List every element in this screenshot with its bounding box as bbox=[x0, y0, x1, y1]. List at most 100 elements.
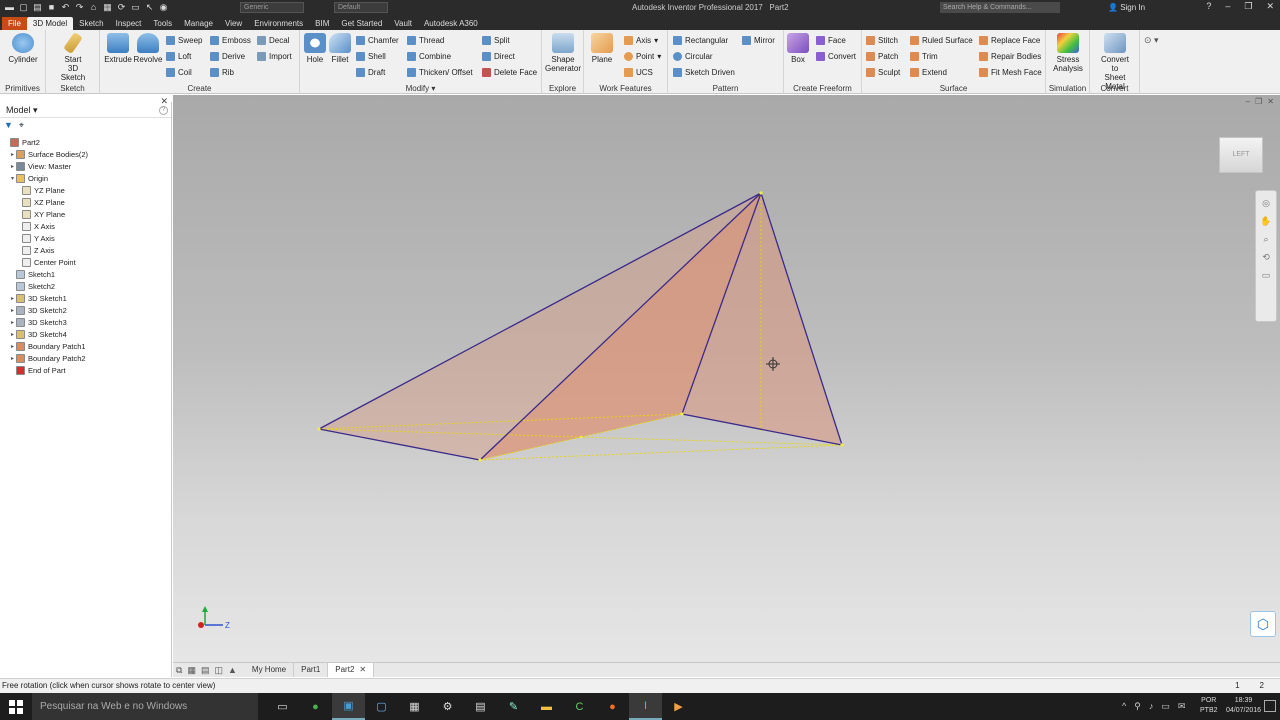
recorder-app-icon[interactable]: ▶ bbox=[662, 693, 695, 720]
tree-node[interactable]: Sketch1 bbox=[0, 268, 172, 280]
expand-toggle-icon[interactable]: ▸ bbox=[9, 355, 16, 362]
language-indicator[interactable]: POR PTB2 bbox=[1200, 696, 1218, 716]
doc-tab-close-icon[interactable]: ✕ bbox=[359, 665, 366, 674]
rib-button[interactable]: Rib bbox=[210, 66, 234, 79]
measure-icon[interactable]: ▭ bbox=[130, 2, 141, 13]
calculator-app-icon[interactable]: ▤ bbox=[464, 693, 497, 720]
taskbar-search-input[interactable]: Pesquisar na Web e no Windows bbox=[32, 693, 258, 720]
replace-face-button[interactable]: Replace Face bbox=[979, 34, 1040, 47]
emboss-button[interactable]: Emboss bbox=[210, 34, 251, 47]
tree-node[interactable]: Sketch2 bbox=[0, 280, 172, 292]
split-button[interactable]: Split bbox=[482, 34, 510, 47]
clock[interactable]: 18:39 04/07/2016 bbox=[1226, 696, 1261, 716]
plane-button[interactable]: Plane bbox=[584, 33, 620, 77]
tray-expand-icon[interactable]: ^ bbox=[1122, 693, 1126, 720]
green-app-icon[interactable]: ● bbox=[299, 693, 332, 720]
axis-button[interactable]: Axis ▾ bbox=[624, 34, 658, 47]
restore-icon[interactable]: ❐ bbox=[1244, 1, 1252, 12]
expand-toggle-icon[interactable]: ▸ bbox=[9, 319, 16, 326]
camtasia-app-icon[interactable]: C bbox=[563, 693, 596, 720]
decal-button[interactable]: Decal bbox=[257, 34, 289, 47]
doc-tab-part2[interactable]: Part2 ✕ bbox=[328, 663, 375, 677]
notifications-icon[interactable] bbox=[1264, 700, 1276, 712]
import-button[interactable]: Import bbox=[257, 50, 292, 63]
tree-node[interactable]: Part2 bbox=[0, 136, 172, 148]
tab-bim[interactable]: BIM bbox=[309, 17, 335, 30]
draft-button[interactable]: Draft bbox=[356, 66, 385, 79]
save-icon[interactable]: ■ bbox=[46, 2, 57, 13]
point-button[interactable]: Point ▾ bbox=[624, 50, 661, 63]
tree-node[interactable]: X Axis bbox=[0, 220, 172, 232]
look-at-icon[interactable]: ▭ bbox=[1260, 269, 1272, 281]
shape-generator-button[interactable]: Shape Generator bbox=[545, 33, 581, 77]
cylinder-button[interactable]: Cylinder bbox=[5, 33, 41, 77]
tree-node[interactable]: ▸ View: Master bbox=[0, 160, 172, 172]
derive-button[interactable]: Derive bbox=[210, 50, 245, 63]
sketch-driven-button[interactable]: Sketch Driven bbox=[673, 66, 735, 79]
tab-view[interactable]: View bbox=[219, 17, 248, 30]
stress-analysis-button[interactable]: Stress Analysis bbox=[1050, 33, 1086, 77]
coil-button[interactable]: Coil bbox=[166, 66, 192, 79]
tree-node[interactable]: ▸ Boundary Patch2 bbox=[0, 352, 172, 364]
browser-header[interactable]: Model ▾ bbox=[0, 102, 171, 118]
expand-toggle-icon[interactable]: ▾ bbox=[9, 175, 16, 182]
tree-node[interactable]: ▸ 3D Sketch4 bbox=[0, 328, 172, 340]
pan-icon[interactable]: ✋ bbox=[1260, 215, 1272, 227]
new-icon[interactable]: ▢ bbox=[18, 2, 29, 13]
calendar-app-icon[interactable]: ▦ bbox=[398, 693, 431, 720]
orbit-icon[interactable]: ⟲ bbox=[1260, 251, 1272, 263]
circular-button[interactable]: Circular bbox=[673, 50, 713, 63]
tab-sketch[interactable]: Sketch bbox=[73, 17, 109, 30]
volume-icon[interactable]: ♪ bbox=[1149, 693, 1154, 720]
chat-icon[interactable]: ✉ bbox=[1178, 693, 1186, 720]
tree-node[interactable]: ▸ 3D Sketch1 bbox=[0, 292, 172, 304]
tab-get-started[interactable]: Get Started bbox=[335, 17, 388, 30]
tree-node[interactable]: ▸ Boundary Patch1 bbox=[0, 340, 172, 352]
sculpt-button[interactable]: Sculpt bbox=[866, 66, 900, 79]
print-icon[interactable]: ▦ bbox=[102, 2, 113, 13]
cascade-icon[interactable]: ⧉ bbox=[176, 665, 182, 676]
modify-title[interactable]: Modify ▾ bbox=[300, 84, 541, 93]
window-app-icon[interactable]: ▢ bbox=[365, 693, 398, 720]
steering-wheel-icon[interactable]: ◎ bbox=[1260, 197, 1272, 209]
blue-app-icon[interactable]: ▣ bbox=[332, 693, 365, 720]
inventor-taskbar-icon[interactable]: I bbox=[629, 693, 662, 720]
expand-toggle-icon[interactable]: ▸ bbox=[9, 151, 16, 158]
thread-button[interactable]: Thread bbox=[407, 34, 444, 47]
tree-node[interactable]: ▾ Origin bbox=[0, 172, 172, 184]
tile-icon[interactable]: ▦ bbox=[187, 665, 196, 676]
tree-node[interactable]: Y Axis bbox=[0, 232, 172, 244]
trim-button[interactable]: Trim bbox=[910, 50, 938, 63]
ucs-button[interactable]: UCS bbox=[624, 66, 653, 79]
graphics-viewport[interactable]: – ❐ ✕ Z LEFT ◎ ✋ ⌕ ⟲ ▭ ⬡ bbox=[173, 95, 1280, 662]
thicken-offset-button[interactable]: Thicken/ Offset bbox=[407, 66, 473, 79]
pen-app-icon[interactable]: ✎ bbox=[497, 693, 530, 720]
convert-to-sheet-metal-button[interactable]: Convert to Sheet Metal bbox=[1097, 33, 1133, 91]
close-icon[interactable]: ✕ bbox=[1266, 1, 1274, 12]
combine-button[interactable]: Combine bbox=[407, 50, 451, 63]
sweep-button[interactable]: Sweep bbox=[166, 34, 202, 47]
tab-manage[interactable]: Manage bbox=[178, 17, 219, 30]
network-icon[interactable]: ⚲ bbox=[1134, 693, 1141, 720]
open-icon[interactable]: ▤ bbox=[32, 2, 43, 13]
model-graphics[interactable]: Z bbox=[173, 95, 1280, 662]
app-menu-icon[interactable]: ▬ bbox=[4, 2, 15, 13]
a360-hub-icon[interactable]: ⬡ bbox=[1250, 611, 1276, 637]
tree-node[interactable]: ▸ 3D Sketch3 bbox=[0, 316, 172, 328]
tree-node[interactable]: XZ Plane bbox=[0, 196, 172, 208]
tab-file[interactable]: File bbox=[2, 17, 27, 30]
tool-app-icon[interactable]: ⚙ bbox=[431, 693, 464, 720]
tab-vault[interactable]: Vault bbox=[388, 17, 418, 30]
tree-node[interactable]: XY Plane bbox=[0, 208, 172, 220]
select-icon[interactable]: ↖ bbox=[144, 2, 155, 13]
tab-3d-model[interactable]: 3D Model bbox=[26, 17, 74, 30]
tab-tools[interactable]: Tools bbox=[147, 17, 178, 30]
filter-icon[interactable]: ▼ bbox=[4, 120, 13, 130]
chamfer-button[interactable]: Chamfer bbox=[356, 34, 399, 47]
rectangular-button[interactable]: Rectangular bbox=[673, 34, 728, 47]
minimize-icon[interactable]: – bbox=[1225, 1, 1230, 12]
extend-button[interactable]: Extend bbox=[910, 66, 947, 79]
tree-node[interactable]: End of Part bbox=[0, 364, 172, 376]
revolve-button[interactable]: Revolve bbox=[130, 33, 166, 77]
tree-node[interactable]: Center Point bbox=[0, 256, 172, 268]
